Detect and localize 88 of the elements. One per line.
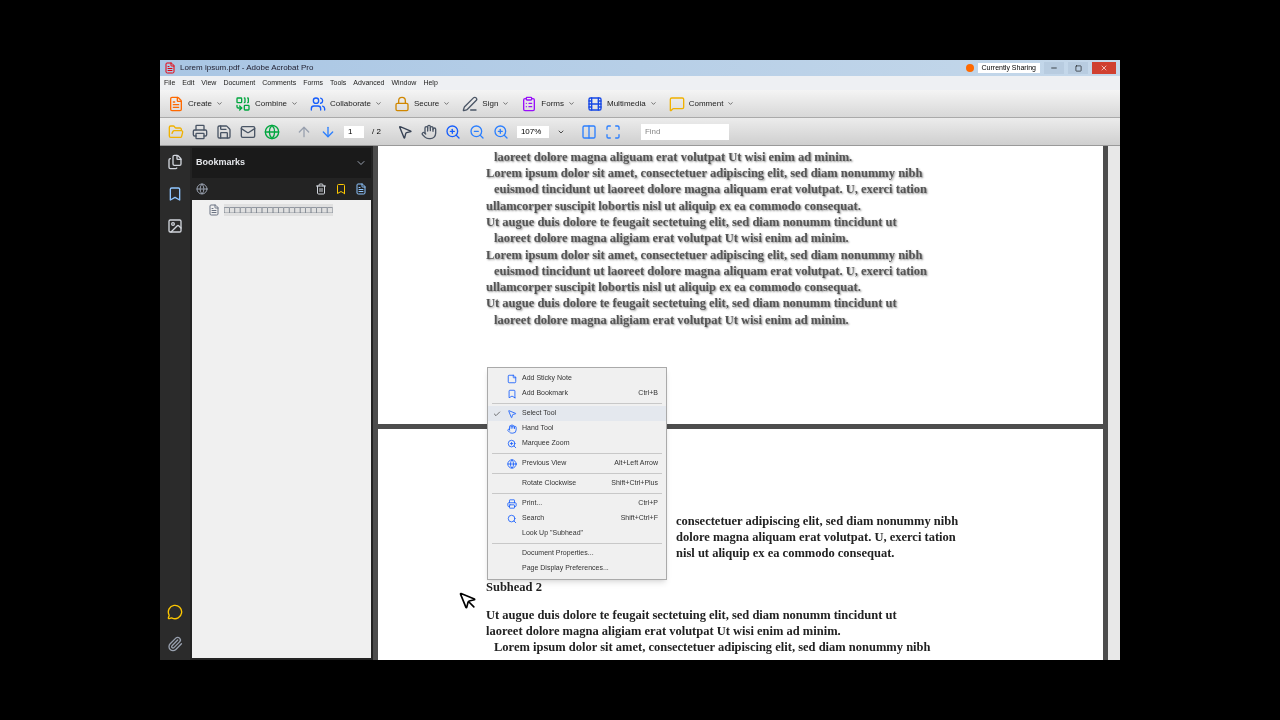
- text-line: dolore magna aliquam erat volutpat. U, exerci tation: [676, 529, 956, 545]
- bookmark-item[interactable]: □□□□□□□□□□□□□□□□□□□□: [224, 204, 333, 216]
- attachment-icon: [167, 636, 183, 652]
- text-line: laoreet dolore magna aligiam erat volutpat Ut wisi enim ad minim.: [493, 230, 849, 247]
- toolbar-button[interactable]: Multimedia: [587, 95, 657, 112]
- minimize-button[interactable]: [1044, 62, 1064, 74]
- zoom-icon: [444, 123, 461, 140]
- toolbar-button[interactable]: Create: [168, 95, 223, 112]
- text-line: ullamcorper suscipit lobortis nisl ut aliquip ex ea commodo consequat.: [486, 279, 861, 296]
- delete-icon: [315, 183, 327, 195]
- text-line: Ut augue duis dolore te feugait sectetuing elit, sed diam nonumm tincidunt ut: [486, 295, 897, 312]
- save-icon: [216, 123, 232, 140]
- text-line: Lorem ipsum dolor sit amet, consectetuer adipiscing elit, sed diam nonummy nibh: [486, 246, 923, 263]
- pointer-icon: [507, 408, 517, 419]
- page-count: / 2: [372, 125, 381, 138]
- clipboard-icon: [521, 95, 538, 112]
- fit-page-icon: [604, 123, 621, 140]
- bookmark-icon: [167, 186, 183, 202]
- expand-icon: [355, 183, 367, 195]
- text-line: consectetuer adipiscing elit, sed diam nonummy nibh: [676, 513, 959, 529]
- zoom-field[interactable]: 107%: [516, 125, 549, 138]
- film-icon: [587, 95, 603, 112]
- page-number-field[interactable]: 1: [344, 125, 364, 138]
- maximize-button[interactable]: [1068, 62, 1088, 74]
- caret-icon: [502, 100, 510, 107]
- folder-icon: [168, 123, 184, 140]
- toolbar-button[interactable]: Sign: [462, 95, 510, 112]
- toolbar-button[interactable]: Combine: [235, 95, 299, 112]
- layers-icon: [167, 218, 183, 234]
- hand-icon: [420, 123, 437, 140]
- hand-icon: [507, 423, 517, 434]
- caret-icon: [216, 100, 223, 107]
- caret-icon: [649, 100, 657, 107]
- bookmark-icon: [507, 388, 517, 399]
- text-line: ullamcorper suscipit lobortis nisl ut aliquip ex ea commodo consequat.: [486, 197, 861, 214]
- text-line: Ut augue duis dolore te feugait sectetuing elit, sed diam nonumm tincidunt ut: [486, 607, 897, 623]
- text-line: laoreet dolore magna aligiam erat volutpat Ut wisi enim ad minim.: [493, 311, 849, 328]
- find-field[interactable]: Find: [640, 123, 729, 140]
- caret-icon: [568, 100, 575, 107]
- zoom-out-icon: [468, 123, 485, 140]
- window-title: Lorem ipsum.pdf - Adobe Acrobat Pro: [180, 62, 314, 74]
- page-layout-icon: [580, 123, 597, 140]
- text-line: euismod tincidunt ut laoreet dolore magna aliquam erat volutpat. U, exerci tation: [493, 262, 927, 280]
- maximize-icon: [1074, 64, 1082, 72]
- toolbar-button[interactable]: Collaborate: [310, 95, 382, 112]
- zoom-in-icon: [492, 123, 509, 140]
- text-line: nisl ut aliquip ex ea commodo consequat.: [676, 545, 895, 561]
- text-line: laoreet dolore magna aliguam erat volutpat Ut wisi enim ad minim.: [493, 148, 853, 166]
- people-icon: [310, 95, 327, 112]
- text-line: laoreet dolore magna aligiam erat volutpat Ut wisi enim ad minim.: [486, 623, 841, 639]
- text-line: euismod tincidunt ut laoreet dolore magna aliquam erat volutpat. U, exerci tation: [493, 181, 927, 198]
- pages-icon: [167, 154, 183, 170]
- globe-icon: [507, 458, 517, 469]
- lock-icon: [393, 95, 410, 112]
- zoom-icon: [507, 438, 517, 449]
- check-icon: [493, 409, 501, 418]
- panel-title: Bookmarks: [196, 156, 246, 170]
- caret-icon: [291, 100, 299, 107]
- close-icon: [1100, 64, 1108, 72]
- print-icon: [507, 498, 517, 509]
- toolbar-button[interactable]: Comment: [668, 95, 735, 112]
- mail-icon: [240, 123, 256, 140]
- close-button[interactable]: [1092, 62, 1116, 74]
- search-icon: [507, 513, 517, 524]
- text-line: Lorem ipsum dolor sit amet, consectetuer adipiscing elit, sed diam nonummy nibh: [486, 165, 923, 182]
- options-icon: [196, 183, 208, 195]
- toolbar-button[interactable]: Secure: [393, 95, 451, 112]
- text-line: Lorem ipsum dolor sit amet, consectetuer adipiscing elit, sed diam nonummy nibh: [494, 639, 931, 655]
- new-bookmark-icon: [335, 183, 347, 195]
- minimize-icon: [1050, 64, 1058, 72]
- select-icon: [396, 123, 413, 140]
- bookmark-page-icon: [208, 204, 220, 216]
- combine-icon: [235, 95, 251, 112]
- mouse-cursor-icon: [458, 591, 478, 611]
- caret-icon: [443, 100, 451, 107]
- text-line: Ut augue duis dolore te feugait sectetuing elit, sed diam nonumm tincidunt ut: [486, 213, 897, 231]
- caret-icon: [727, 100, 735, 107]
- caret-icon: [374, 100, 382, 107]
- speech-bubble-icon: [668, 95, 685, 112]
- pen-icon: [462, 95, 479, 112]
- note-icon: [507, 373, 517, 384]
- comments-icon: [167, 604, 183, 620]
- document-icon: [168, 95, 184, 112]
- toolbar-button[interactable]: Forms: [521, 95, 575, 112]
- subhead: Subhead 2: [486, 579, 542, 595]
- pdf-icon: [164, 62, 176, 74]
- globe-icon: [264, 123, 280, 140]
- print-icon: [192, 123, 208, 140]
